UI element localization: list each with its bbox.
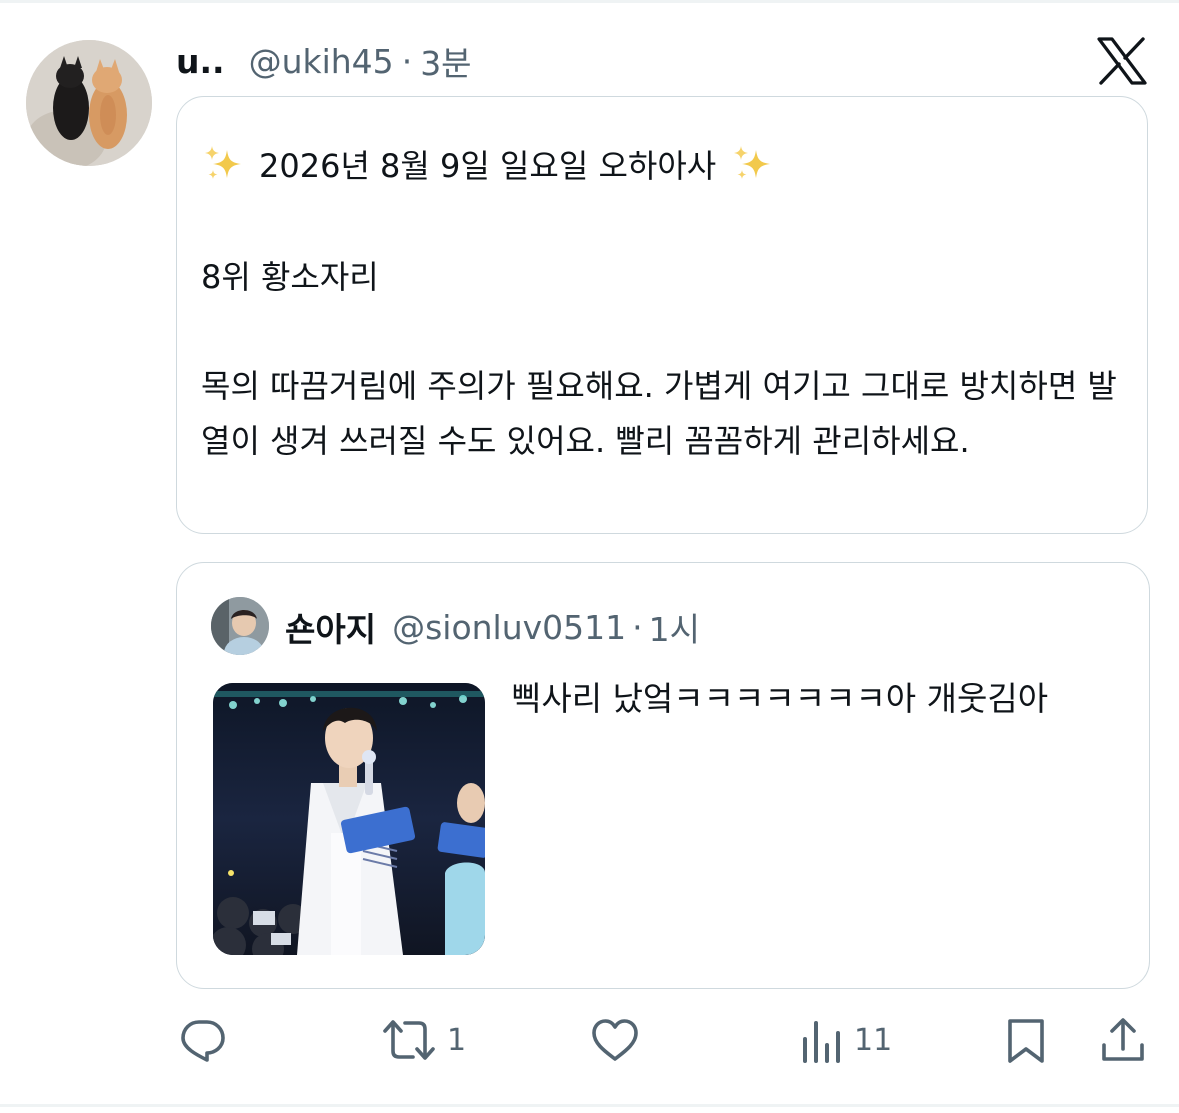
- post-timestamp[interactable]: 3분: [420, 37, 471, 85]
- share-icon: [1100, 1015, 1146, 1065]
- quoted-post[interactable]: 숀아지 @sionluv0511 · 1시 삑사리 났엌ㅋㅋㅋㅋㅋㅋㅋ아 개웃김…: [176, 562, 1150, 989]
- post-text-card[interactable]: 2026년 8월 9일 일요일 오하아사 8위 황소자리 목의 따끔거림에 주의…: [176, 96, 1148, 534]
- author-display-name[interactable]: u..: [176, 42, 225, 81]
- views-count: 11: [854, 1022, 893, 1058]
- views-button[interactable]: 11: [800, 1010, 892, 1070]
- card-title: 2026년 8월 9일 일요일 오하아사: [259, 147, 717, 185]
- quoted-header: 숀아지 @sionluv0511 · 1시: [285, 603, 700, 651]
- card-title-line: 2026년 8월 9일 일요일 오하아사: [201, 141, 774, 187]
- quoted-display-name[interactable]: 숀아지: [285, 603, 376, 651]
- sparkles-icon: [201, 142, 245, 186]
- repost-icon: [381, 1015, 437, 1065]
- repost-button[interactable]: 1: [381, 1010, 466, 1070]
- author-avatar-image: [26, 40, 152, 166]
- repost-count: 1: [447, 1022, 467, 1058]
- bookmark-icon: [1004, 1015, 1048, 1065]
- quoted-separator: ·: [632, 607, 643, 647]
- card-rank: 8위 황소자리: [201, 258, 379, 296]
- quoted-media-image[interactable]: [213, 683, 485, 955]
- sparkles-icon: [730, 142, 774, 186]
- reply-icon: [178, 1015, 228, 1065]
- share-button[interactable]: [1100, 1010, 1146, 1070]
- top-divider: [0, 0, 1179, 3]
- author-handle[interactable]: @ukih45: [249, 42, 394, 81]
- quoted-handle[interactable]: @sionluv0511: [392, 608, 626, 647]
- card-body: 목의 따끔거림에 주의가 필요해요. 가볍게 여기고 그대로 방치하면 발열이 …: [201, 367, 1117, 460]
- bottom-divider: [0, 1104, 1179, 1107]
- header-separator: ·: [401, 41, 413, 81]
- action-bar: 1 11: [0, 1010, 1179, 1070]
- heart-icon: [590, 1015, 640, 1065]
- quoted-text: 삑사리 났엌ㅋㅋㅋㅋㅋㅋㅋ아 개웃김아: [511, 679, 1049, 718]
- quoted-author-avatar[interactable]: [211, 597, 269, 655]
- like-button[interactable]: [590, 1010, 650, 1070]
- post-header: u.. @ukih45 · 3분: [176, 36, 472, 86]
- x-logo-icon[interactable]: [1097, 37, 1147, 85]
- author-avatar[interactable]: [26, 40, 152, 166]
- quoted-timestamp[interactable]: 1시: [649, 603, 700, 651]
- reply-button[interactable]: [178, 1010, 238, 1070]
- bookmark-button[interactable]: [1004, 1010, 1048, 1070]
- views-icon: [800, 1015, 844, 1065]
